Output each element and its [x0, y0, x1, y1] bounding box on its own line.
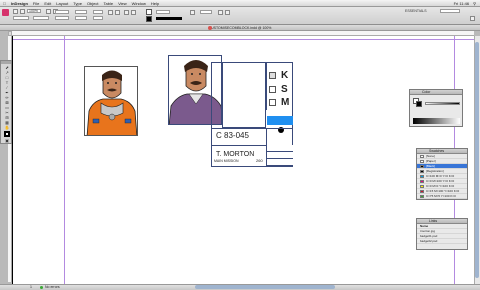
- page-edge: [12, 36, 13, 284]
- y-position-field[interactable]: [33, 16, 49, 20]
- screen-mode-button[interactable]: [46, 9, 51, 14]
- apple-icon[interactable]: : [3, 1, 6, 6]
- clock-text: Fri 11:46: [453, 1, 470, 6]
- checkbox-s[interactable]: [269, 86, 276, 93]
- swatch-chip: [420, 174, 424, 178]
- letter-m: M: [281, 97, 290, 108]
- tools-panel-header[interactable]: [1, 61, 11, 64]
- color-panel: Color: [409, 89, 463, 127]
- height-field[interactable]: [55, 16, 69, 20]
- opacity-field[interactable]: [200, 10, 212, 14]
- checkbox-k[interactable]: [269, 72, 276, 79]
- swatch-chip: [420, 159, 424, 163]
- select-container-button[interactable]: [124, 10, 129, 15]
- astronaut-image-frame[interactable]: [84, 66, 138, 136]
- flip-vertical-button[interactable]: [115, 10, 120, 15]
- menu-table[interactable]: Table: [104, 1, 114, 6]
- shear-field[interactable]: [93, 16, 103, 20]
- letter-k: K: [281, 70, 289, 81]
- menu-edit[interactable]: Edit: [44, 1, 51, 6]
- page-number-field[interactable]: 1: [30, 285, 32, 290]
- fill-stroke-icon[interactable]: [4, 131, 10, 137]
- scale-y-field[interactable]: [75, 16, 87, 20]
- workspace-switcher[interactable]: ESSENTIALS: [405, 9, 427, 13]
- menu-type[interactable]: Type: [73, 1, 82, 6]
- effects-button[interactable]: [190, 10, 195, 15]
- wrap-button[interactable]: [218, 10, 223, 15]
- zoom-value: 100%: [29, 9, 38, 13]
- frame-button[interactable]: [13, 9, 18, 14]
- menu-bar:  InDesign File Edit Layout Type Object …: [0, 0, 480, 7]
- align-button[interactable]: [225, 10, 230, 15]
- card-photo-box: [222, 62, 266, 128]
- horizontal-scroll-thumb[interactable]: [195, 285, 335, 289]
- select-content-button[interactable]: [131, 10, 136, 15]
- search-icon[interactable]: ⚲: [473, 1, 476, 6]
- menu-object[interactable]: Object: [87, 1, 99, 6]
- scale-x-field[interactable]: [75, 10, 87, 14]
- flip-horizontal-button[interactable]: [108, 10, 113, 15]
- preflight-dot-icon: [40, 286, 43, 289]
- card-stripes: [267, 145, 293, 166]
- vertical-scroll-thumb[interactable]: [475, 42, 479, 278]
- menu-window[interactable]: Window: [132, 1, 146, 6]
- letter-s: S: [281, 84, 288, 95]
- fill-swatch[interactable]: [146, 9, 152, 15]
- preflight-status[interactable]: No errors: [45, 285, 60, 290]
- menu-file[interactable]: File: [33, 1, 39, 6]
- hand-tool-icon[interactable]: ✋: [3, 125, 11, 130]
- swatch-chip: [420, 194, 424, 198]
- margin-guide-left: [64, 36, 65, 284]
- card-name: T. MORTON: [216, 151, 255, 158]
- help-search-field[interactable]: [440, 9, 460, 13]
- card-number: 260: [256, 158, 263, 163]
- panel-menu-button[interactable]: [470, 16, 475, 21]
- zoom-field[interactable]: 100%: [27, 9, 41, 13]
- id-logo-icon: [2, 9, 9, 16]
- swatch-chip: [420, 189, 424, 193]
- swatch-name: C=75 M=5 Y=100 K=0: [426, 193, 456, 198]
- stroke-weight-field[interactable]: [156, 10, 170, 14]
- color-ramp[interactable]: [413, 118, 460, 124]
- menu-app-name[interactable]: InDesign: [11, 1, 28, 6]
- swatches-panel: Swatches [None] [Paper] [Black] [Registr…: [416, 148, 468, 200]
- color-stroke-swatch[interactable]: [416, 101, 422, 107]
- blue-band: [267, 116, 293, 125]
- swatch-chip: [420, 169, 424, 173]
- swatch-chip: [420, 154, 424, 158]
- link-row[interactable]: badge02.psd: [417, 239, 467, 244]
- control-panel: 100% ESSENTIALS: [0, 7, 480, 25]
- swatch-chip: [420, 164, 424, 168]
- swatch-row[interactable]: C=75 M=5 Y=100 K=0: [417, 194, 467, 199]
- tint-slider[interactable]: [425, 102, 460, 105]
- menu-layout[interactable]: Layout: [56, 1, 68, 6]
- swatch-chip: [420, 179, 424, 183]
- card-mission: MAIN MISSION: [214, 159, 239, 163]
- stroke-style-dropdown[interactable]: [156, 17, 182, 20]
- menu-view[interactable]: View: [118, 1, 127, 6]
- margin-guide-top: [12, 39, 474, 40]
- swatch-chip: [420, 184, 424, 188]
- close-document-icon[interactable]: [208, 26, 212, 30]
- card-divider-1: [211, 128, 293, 129]
- menubar-status: Fri 11:46 ⚲: [454, 1, 476, 6]
- links-panel: Links Name tmorton.jpg badge01.psd badge…: [416, 218, 468, 250]
- width-field[interactable]: [55, 10, 69, 14]
- view-button[interactable]: [20, 9, 25, 14]
- color-panel-title[interactable]: Color: [410, 90, 462, 95]
- tools-panel: ⬈ ↗ □ T ∕ ✒ ✏ ⊠ ▭ ✂ ⊞ ▦ ✋ ▣: [0, 60, 12, 144]
- card-code: C 83-045: [216, 131, 249, 140]
- checkbox-m[interactable]: [269, 99, 276, 106]
- stroke-swatch[interactable]: [146, 16, 152, 22]
- preview-mode-icon[interactable]: ▣: [3, 138, 11, 143]
- astronaut-portrait: [85, 67, 137, 135]
- rotate-field[interactable]: [93, 10, 103, 14]
- card-divider-2: [211, 145, 267, 146]
- menu-help[interactable]: Help: [151, 1, 159, 6]
- document-title: CUSTOMISECOMBLOCK.indd @ 100%: [208, 26, 272, 30]
- x-position-field[interactable]: [13, 16, 29, 20]
